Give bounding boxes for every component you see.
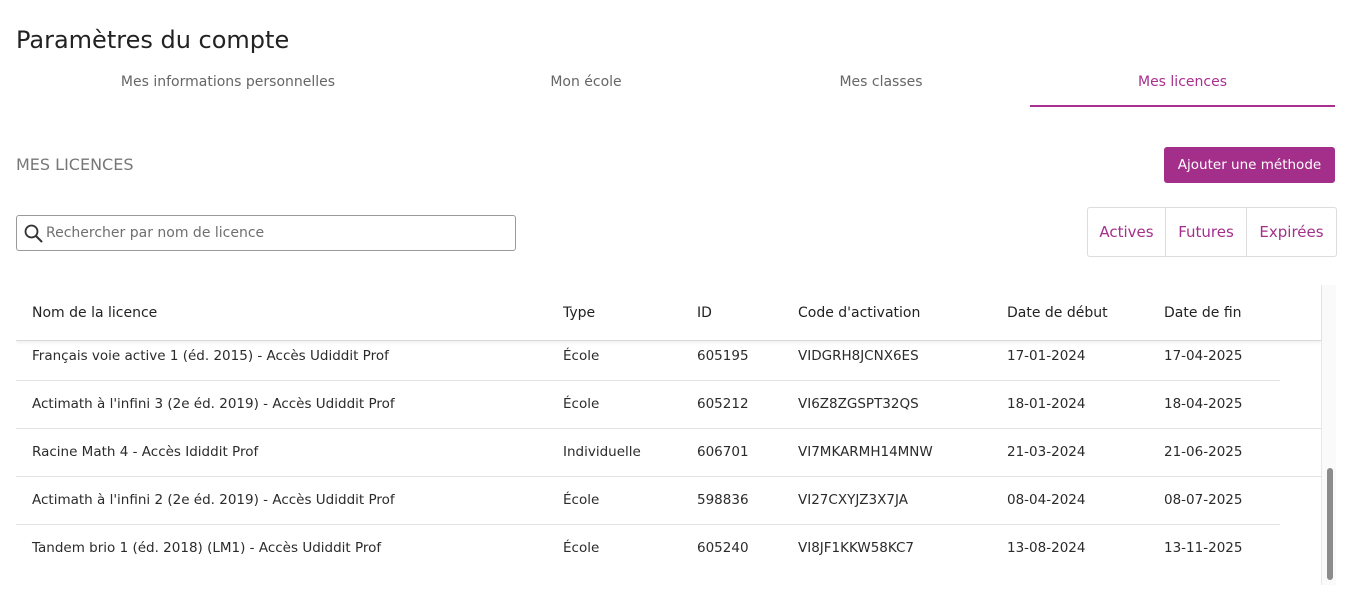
column-header-start-date[interactable]: Date de début [1007,285,1108,340]
filter-expired-button[interactable]: Expirées [1247,208,1336,256]
tab-personal-info[interactable]: Mes informations personnelles [16,60,440,105]
account-tabs: Mes informations personnelles Mon école … [16,60,1336,107]
activation-code: VI27CXYJZ3X7JA [798,492,908,508]
licence-type: École [563,540,600,556]
tab-my-school[interactable]: Mon école [440,60,732,105]
status-filter-group: Actives Futures Expirées [1087,207,1337,257]
end-date: 21-06-2025 [1164,444,1243,460]
start-date: 21-03-2024 [1007,444,1086,460]
table-scrollbar[interactable] [1321,285,1336,585]
add-method-button[interactable]: Ajouter une méthode [1164,147,1335,183]
table-header: Nom de la licence Type ID Code d'activat… [16,285,1321,341]
column-header-id[interactable]: ID [697,285,712,340]
activation-code: VI6Z8ZGSPT32QS [798,396,919,412]
table-row[interactable]: Racine Math 4 - Accès Ididdit Prof Indiv… [16,429,1280,477]
tab-my-classes[interactable]: Mes classes [732,60,1030,105]
licence-type: Individuelle [563,444,641,460]
end-date: 13-11-2025 [1164,540,1243,556]
filter-futures-button[interactable]: Futures [1166,208,1247,256]
licence-type: École [563,396,600,412]
tab-my-licences[interactable]: Mes licences [1030,60,1335,107]
licence-type: École [563,492,600,508]
activation-code: VI8JF1KKW58KC7 [798,540,915,556]
section-title: MES LICENCES [16,155,134,174]
search-box [16,215,516,251]
column-header-end-date[interactable]: Date de fin [1164,285,1242,340]
end-date: 08-07-2025 [1164,492,1243,508]
column-header-name[interactable]: Nom de la licence [32,285,157,340]
table-row[interactable]: Actimath à l'infini 3 (2e éd. 2019) - Ac… [16,381,1280,429]
column-header-activation-code[interactable]: Code d'activation [798,285,920,340]
activation-code: VI7MKARMH14MNW [798,444,933,460]
start-date: 18-01-2024 [1007,396,1086,412]
licence-id: 598836 [697,492,749,508]
start-date: 08-04-2024 [1007,492,1086,508]
start-date: 13-08-2024 [1007,540,1086,556]
end-date: 18-04-2025 [1164,396,1243,412]
licence-name: Racine Math 4 - Accès Ididdit Prof [32,444,259,460]
row-divider [1280,429,1321,477]
search-icon [24,224,43,243]
licence-id: 605212 [697,396,749,412]
licence-name: Actimath à l'infini 3 (2e éd. 2019) - Ac… [32,396,395,412]
table-row[interactable]: Tandem brio 1 (éd. 2018) (LM1) - Accès U… [16,525,1280,572]
licence-name: Tandem brio 1 (éd. 2018) (LM1) - Accès U… [32,540,382,556]
table-row[interactable]: Actimath à l'infini 2 (2e éd. 2019) - Ac… [16,477,1280,525]
column-header-type[interactable]: Type [563,285,595,340]
page-title: Paramètres du compte [16,26,290,55]
licence-name: Actimath à l'infini 2 (2e éd. 2019) - Ac… [32,492,395,508]
licences-table: Nom de la licence Type ID Code d'activat… [16,285,1336,585]
licence-id: 605240 [697,540,749,556]
row-divider [1280,381,1321,429]
licence-id: 606701 [697,444,749,460]
filter-actives-button[interactable]: Actives [1088,208,1166,256]
search-input[interactable] [46,216,506,250]
scrollbar-thumb[interactable] [1327,468,1333,580]
